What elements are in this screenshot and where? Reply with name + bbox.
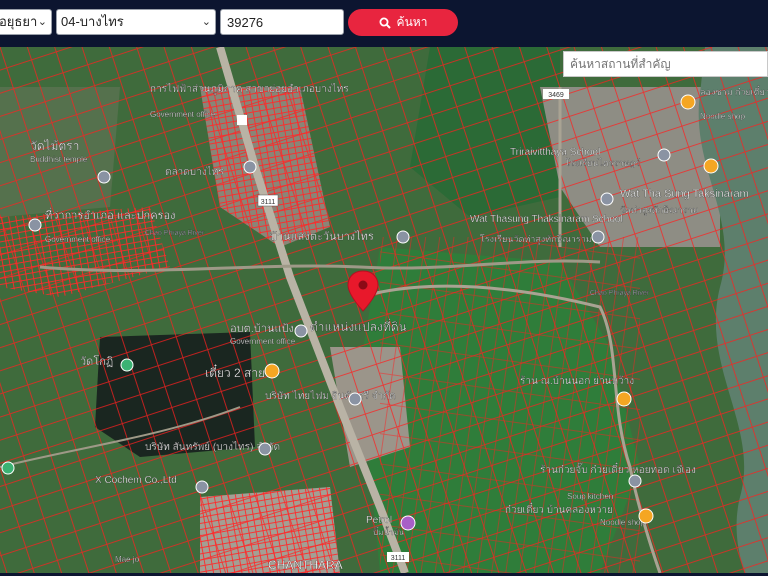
road-number-label: 3111 [261, 199, 276, 206]
poi-label: ที่ว่าการอำเภอ และปกครอง [45, 207, 175, 222]
place-search-input[interactable] [563, 51, 768, 77]
district-select-value: 04-บางไทร [61, 14, 124, 29]
restaurant-pin-icon[interactable] [628, 474, 642, 488]
petrol-pin-icon[interactable] [400, 515, 416, 531]
poi-label: Chao Phraya River [590, 290, 650, 297]
company-pin-icon[interactable] [348, 392, 362, 406]
poi-label: วัดท่าสูงทักษิณาราม [620, 205, 698, 216]
poi-label: ปั๊มน้ำมัน [373, 526, 405, 537]
top-toolbar: อยุธยา ⌄ 04-บางไทร ⌄ ค้นหา [0, 0, 768, 47]
restaurant-pin-icon[interactable] [680, 94, 696, 110]
restaurant-pin-icon[interactable] [264, 363, 280, 379]
poi-label: การไฟฟ้าส่วนภูมิภาค สาขาย่อยอำเภอบางไทร [150, 83, 349, 95]
poi-label: Government office [45, 235, 111, 244]
satellite-map[interactable]: 3111 3469 3111 การไฟฟ้าส่วนภูมิภาค สาขาย… [0, 47, 768, 573]
parcel-location-label: ตำแหน่งแปลงที่ดิน [310, 318, 407, 334]
province-select[interactable]: อยุธยา ⌄ [0, 9, 52, 35]
poi-label: Buddhist temple [30, 155, 88, 164]
poi-label: ร้าน ณ.บ้านนอก ย่านหว้าง [520, 375, 634, 387]
restaurant-pin-icon[interactable] [616, 391, 632, 407]
school-pin-icon[interactable] [591, 230, 605, 244]
poi-label: วัดโกฏิ [80, 354, 113, 368]
gov-office-pin-icon[interactable] [28, 218, 42, 232]
chevron-down-icon: ⌄ [37, 16, 47, 28]
temple-pin-icon[interactable] [97, 170, 111, 184]
poi-label: โรงเรียนไตรราษฎร์ [565, 157, 640, 168]
school-pin-icon[interactable] [657, 148, 671, 162]
market-pin-icon[interactable] [243, 160, 257, 174]
poi-label: Noodle shop [600, 518, 645, 527]
market-pin-icon[interactable] [396, 230, 410, 244]
search-icon [379, 17, 391, 29]
poi-label: Chao Phraya River [145, 230, 205, 237]
province-select-value: อยุธยา [0, 14, 38, 29]
poi-label: Petrol [366, 515, 392, 526]
deed-number-input[interactable] [220, 9, 344, 35]
poi-label: Triraivitthaya School [510, 147, 600, 158]
gov-office-pin-icon[interactable] [294, 324, 308, 338]
road-number-label: 3111 [391, 555, 406, 562]
company-pin-icon[interactable] [195, 480, 209, 494]
poi-label: Mae jo [115, 555, 140, 564]
district-select[interactable]: 04-บางไทร ⌄ [56, 9, 216, 35]
poi-label: Wat Tha Sung Taksinaram [620, 188, 749, 200]
restaurant-pin-icon[interactable] [638, 508, 654, 524]
road-number-label: 3469 [548, 92, 564, 99]
poi-label: ลองชาม ก๋วยเตี๋ยวเรือหอยขม [700, 85, 768, 97]
company-pin-icon[interactable] [258, 442, 272, 456]
restaurant-pin-icon[interactable] [703, 158, 719, 174]
poi-label: ตลาดบางไทร [165, 166, 224, 178]
temple-pin-icon[interactable] [600, 192, 614, 206]
poi-label: โรงเรียนวัดท่าสูงทักษิณาราม [480, 234, 592, 245]
poi-label: Soup kitchen [567, 492, 613, 501]
poi-label: Noodle shop [700, 112, 745, 121]
search-button[interactable]: ค้นหา [348, 9, 458, 36]
poi-label: วัดไม้ตรา [30, 139, 79, 153]
road-shield [237, 115, 247, 125]
poi-label: X Cochem Co.,Ltd [95, 475, 177, 486]
poi-label: CHANTHARA [268, 558, 343, 572]
poi-label: เตี๋ยว 2 สาย [205, 363, 265, 380]
poi-label: บริษัท ไทยไฟม อินดัสตรี จำกัด [265, 390, 396, 402]
search-button-label: ค้นหา [396, 15, 428, 29]
poi-label: อบต.บ้านแป้ง [230, 323, 294, 335]
poi-label: บ้านแสงตะวันบางไทร [270, 230, 374, 243]
poi-label: Wat Thasung Thaksinaram School [470, 214, 623, 225]
temple-pin-icon[interactable] [120, 358, 134, 372]
chevron-down-icon: ⌄ [201, 16, 211, 28]
park-pin-icon[interactable] [1, 461, 15, 475]
poi-label: Government office [230, 337, 296, 346]
poi-label: Government office [150, 110, 216, 119]
